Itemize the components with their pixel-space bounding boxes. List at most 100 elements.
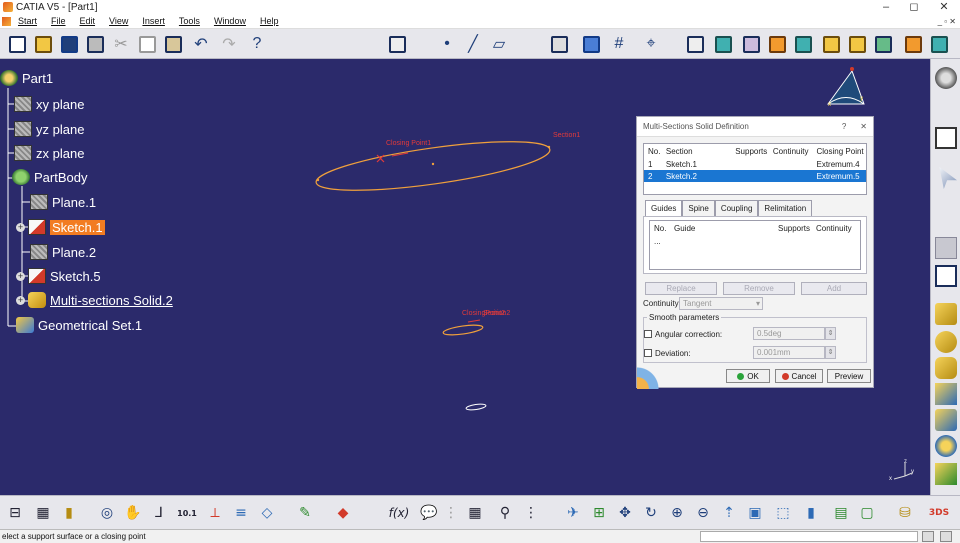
hole-icon[interactable] [935,435,957,457]
plane-icon[interactable]: ▱ [488,33,510,55]
tab-guides[interactable]: Guides [645,200,683,216]
maximize-button[interactable]: ◻ [900,0,928,14]
law-icon[interactable]: ⚲ [494,502,516,524]
tree-node-xy-plane[interactable]: xy plane [14,96,84,112]
tree-node-geometrical-set[interactable]: Geometrical Set.1 [16,317,142,333]
graph-tree-icon[interactable] [386,33,408,55]
formula-icon[interactable]: f(x) [388,502,410,524]
view-mode-icon[interactable]: ▮ [800,502,822,524]
fly-icon[interactable]: ✈ [562,502,584,524]
layer-icon[interactable]: ⛁ [894,502,916,524]
select-arrow-icon[interactable] [939,167,957,189]
command-stop-icon[interactable] [940,531,952,542]
measure-inertia-icon[interactable]: ▮ [58,502,80,524]
redo-icon[interactable]: ↷ [218,33,240,55]
rib-icon[interactable] [935,357,957,379]
pad-icon[interactable] [935,303,957,325]
swap-space-icon[interactable]: ▢ [856,502,878,524]
cancel-button[interactable]: Cancel [775,369,823,383]
continuity-select[interactable]: Tangent ▾ [679,297,763,310]
grid-icon[interactable]: # [608,33,630,55]
workbench-2-icon[interactable] [928,33,950,55]
minimize-button[interactable]: – [872,0,900,14]
tree-node-sketch-5[interactable]: + Sketch.5 [16,268,101,284]
comment-icon[interactable]: 💬 [418,502,440,524]
tree-node-partbody[interactable]: PartBody [12,169,87,185]
view-1-icon[interactable] [684,33,706,55]
parameter-icon[interactable]: ⋮ [440,502,462,524]
angular-correction-checkbox[interactable] [644,330,652,338]
tree-node-part1[interactable]: Part1 [0,70,53,86]
menu-window[interactable]: Window [207,16,253,26]
menu-tools[interactable]: Tools [172,16,207,26]
view-5-icon[interactable] [792,33,814,55]
expand-icon[interactable]: + [16,222,25,232]
open-folder-icon[interactable] [32,33,54,55]
list-icon[interactable]: ≡ [230,502,252,524]
zoom-in-icon[interactable]: ⊕ [666,502,688,524]
paste-icon[interactable] [162,33,184,55]
rotate-icon[interactable]: ↻ [640,502,662,524]
render-2-icon[interactable] [846,33,868,55]
fit-all-icon[interactable]: ⌖ [640,33,662,55]
line-icon[interactable]: ╱ [462,33,484,55]
settings-gear-icon[interactable] [935,67,957,89]
rotate-view-icon[interactable]: ◎ [96,502,118,524]
angular-correction-spinner[interactable]: ⇕ [825,327,836,340]
zoom-out-icon[interactable]: ⊖ [692,502,714,524]
save-icon[interactable] [58,33,80,55]
section-row-1[interactable]: 1 Sketch.1 Extremum.4 [644,158,866,170]
tree-node-plane-1[interactable]: Plane.1 [30,194,96,210]
render-icon[interactable] [820,33,842,55]
measure-between-icon[interactable]: ⊟ [4,502,26,524]
tab-relimitation[interactable]: Relimitation [758,200,813,216]
fit-all-in-icon[interactable]: ⊞ [588,502,610,524]
dialog-close-button[interactable]: ✕ [860,122,867,131]
close-button[interactable]: ✕ [930,0,958,14]
menu-file[interactable]: File [44,16,73,26]
guides-list[interactable]: No. Guide Supports Continuity ... [649,220,861,270]
cut-icon[interactable]: ✂ [110,33,132,55]
dress-up-icon[interactable] [935,409,957,431]
constraint-icon[interactable]: ⟂ [204,502,226,524]
tree-node-plane-2[interactable]: Plane.2 [30,244,96,260]
mdi-window-controls[interactable]: _ ▫ ✕ [938,17,956,26]
measure-icon[interactable] [548,33,570,55]
surface-icon[interactable]: ◇ [256,502,278,524]
menu-view[interactable]: View [102,16,135,26]
catalog-icon[interactable] [580,33,602,55]
deviation-spinner[interactable]: ⇕ [825,346,836,359]
section-1-curve[interactable] [314,132,553,200]
angular-correction-input[interactable]: 0.5deg [753,327,825,340]
copy-icon[interactable] [136,33,158,55]
menu-edit[interactable]: Edit [73,16,103,26]
plane-tool-icon[interactable] [935,237,957,259]
command-go-icon[interactable] [922,531,934,542]
replace-button[interactable]: Replace [645,282,717,295]
expand-icon[interactable]: + [16,271,25,281]
menu-help[interactable]: Help [253,16,286,26]
print-icon[interactable] [84,33,106,55]
menu-insert[interactable]: Insert [135,16,172,26]
pan-icon[interactable]: ✥ [614,502,636,524]
preview-button[interactable]: Preview [827,369,871,383]
deviation-checkbox[interactable] [644,349,652,357]
expand-icon[interactable]: + [16,295,25,305]
measure-item-icon[interactable]: ▦ [32,502,54,524]
undo-icon[interactable]: ↶ [190,33,212,55]
ok-button[interactable]: OK [726,369,770,383]
numeric-display-icon[interactable]: 10.1 [176,502,198,524]
tree-node-multi-sections-solid[interactable]: + Multi-sections Solid.2 [16,292,173,308]
tree-node-sketch-1[interactable]: + Sketch.1 [16,219,105,235]
workbench-icon[interactable] [902,33,924,55]
section-2-curve[interactable] [442,323,484,336]
normal-view-icon[interactable]: ⇡ [718,502,740,524]
deviation-input[interactable]: 0.001mm [753,346,825,359]
section-row-2[interactable]: 2 Sketch.2 Extremum.5 [644,170,866,182]
view-4-icon[interactable] [766,33,788,55]
pan-hand-icon[interactable]: ✋ [122,502,144,524]
material-icon[interactable] [872,33,894,55]
multi-section-solid-icon[interactable] [935,383,957,405]
command-input[interactable] [700,531,918,542]
view-3-icon[interactable] [740,33,762,55]
